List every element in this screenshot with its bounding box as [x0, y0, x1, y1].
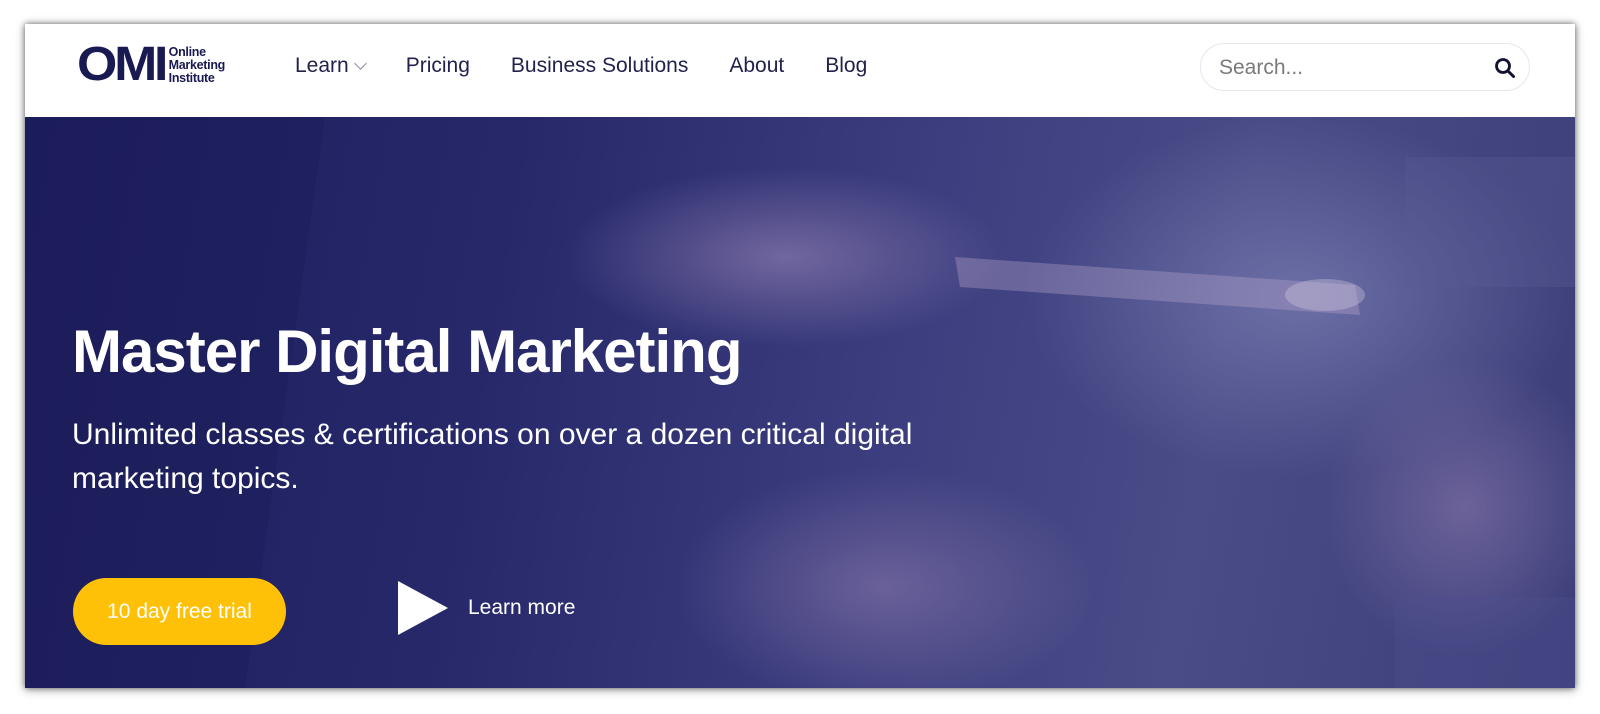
logo-mark: OMI [77, 38, 168, 91]
nav-item-business-solutions[interactable]: Business Solutions [511, 54, 688, 78]
nav-item-learn[interactable]: Learn [295, 54, 367, 78]
nav-item-blog[interactable]: Blog [825, 54, 867, 78]
hero-title: Master Digital Marketing [72, 318, 742, 385]
free-trial-button[interactable]: 10 day free trial [73, 578, 286, 645]
nav-item-learn-label: Learn [295, 54, 349, 77]
learn-more-link[interactable]: Learn more [396, 578, 575, 638]
hero-section: Master Digital Marketing Unlimited class… [25, 117, 1575, 688]
browser-page: OMI Online Marketing Institute Learn Pri… [25, 24, 1575, 688]
nav-item-pricing[interactable]: Pricing [406, 54, 470, 78]
nav-item-about-label: About [729, 54, 785, 77]
site-header: OMI Online Marketing Institute Learn Pri… [25, 24, 1575, 117]
nav-item-pricing-label: Pricing [405, 54, 470, 77]
hero-subtitle: Unlimited classes & certifications on ov… [72, 418, 913, 495]
chevron-down-icon [353, 56, 367, 70]
logo-line-1: Online [168, 44, 206, 59]
play-icon [398, 581, 448, 635]
main-nav: Learn Pricing Business Solutions About B… [295, 54, 908, 78]
nav-item-blog-label: Blog [825, 54, 868, 77]
learn-more-label: Learn more [468, 596, 576, 619]
logo-line-3: Institute [168, 70, 215, 85]
search-input[interactable] [1217, 52, 1481, 84]
nav-item-about[interactable]: About [729, 54, 784, 78]
search-icon[interactable] [1493, 56, 1517, 80]
logo-wordmark: Online Marketing Institute [168, 44, 226, 85]
search-box [1200, 43, 1530, 91]
logo-line-2: Marketing [168, 57, 226, 72]
omi-logo[interactable]: OMI Online Marketing Institute [77, 38, 226, 91]
nav-item-business-solutions-label: Business Solutions [510, 54, 689, 77]
